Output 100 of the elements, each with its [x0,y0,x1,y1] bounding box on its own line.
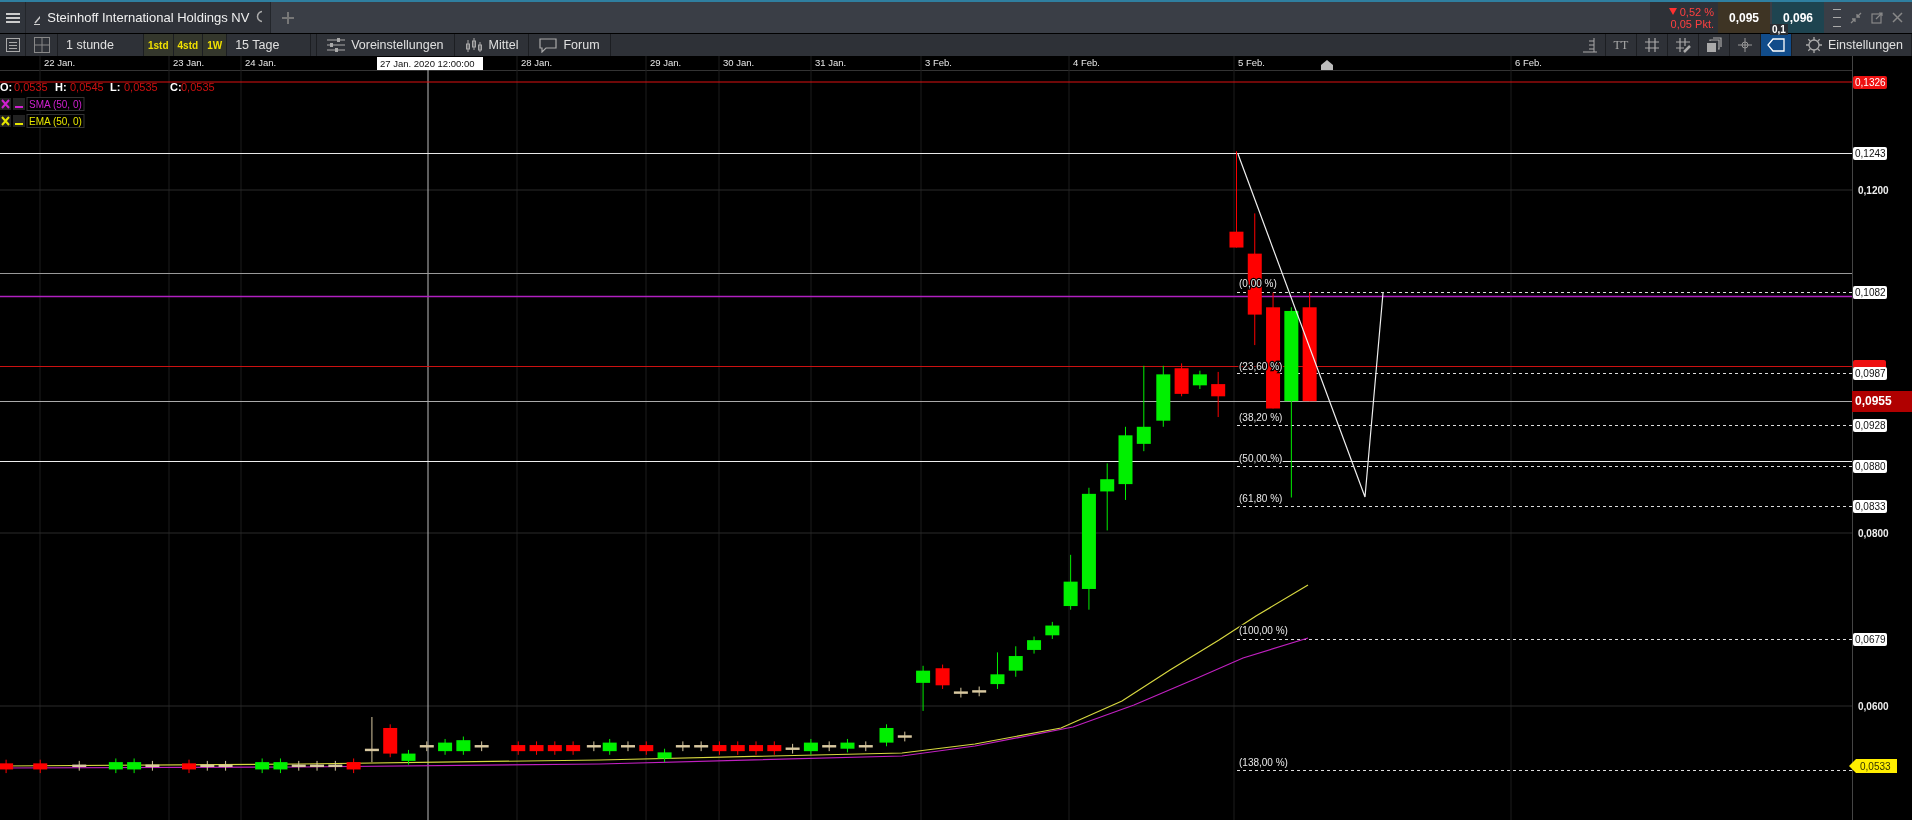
candle [822,740,837,752]
ohlc-label: L: [110,81,121,93]
change-percent: 0,52 % [1679,5,1714,18]
close-icon[interactable] [1892,12,1904,23]
price-axis-label: 0,0800 [1858,528,1889,539]
candle [1027,636,1042,655]
candle [785,743,800,755]
price-tag: 0,0955 [1852,391,1912,412]
candle [474,740,489,752]
candle [456,736,471,756]
crosshair-time-label: 27 Jan. 2020 12:00:00 [377,57,483,70]
plus-icon [282,11,294,24]
candle [529,740,544,756]
time-axis-label: 30 Jan. [723,57,755,68]
candle [767,740,782,756]
candle [182,759,196,774]
instrument-title: Steinhoff International Holdings NV [47,10,250,25]
fibonacci-label: (38,20 %) [1239,412,1283,423]
candle [1192,370,1207,390]
minimize-icon[interactable] [1849,11,1862,24]
indicator-label[interactable]: EMA (50, 0) [26,114,85,128]
spread-value: 0,1 [1770,24,1788,35]
ohlc-value: 0,0535 [124,81,158,93]
ohlc-label: C: [170,81,182,93]
indicator-label[interactable]: SMA (50, 0) [26,97,85,111]
interval-preset[interactable]: 1W [203,34,228,56]
candle [879,723,894,747]
candle [255,757,270,774]
candle [566,740,581,756]
candle [858,740,873,752]
marker-icon[interactable] [1321,60,1333,70]
candle [639,740,654,756]
time-axis-label: 4 Feb. [1073,57,1100,68]
layout-icon [33,37,50,53]
interval-preset[interactable]: 4std [173,34,204,56]
candle [803,738,818,756]
list-icon [5,38,20,52]
tag-icon [1766,38,1785,52]
candle [145,760,160,772]
candle [108,757,123,774]
candle [916,665,931,712]
sliders-icon [327,38,346,52]
grid-icon [1643,37,1660,53]
candle [218,760,233,772]
popout-icon[interactable] [1871,11,1884,24]
ohlc-label: H: [55,81,67,93]
ohlc-value: 0,0545 [70,81,104,93]
candle [72,760,87,772]
candle [291,760,306,772]
price-axis-label: 0,1200 [1858,185,1889,196]
time-axis-label: 22 Jan. [44,57,76,68]
candle [694,740,709,752]
time-axis-label: 6 Feb. [1515,57,1542,68]
time-axis-label: 29 Jan. [650,57,682,68]
candle [897,731,912,742]
ohlc-value: 0,0535 [181,81,215,93]
down-triangle-icon [1668,8,1677,15]
candle [1174,362,1189,397]
price-tag: 0,1243 [1853,147,1887,160]
candle [511,740,526,756]
fibonacci-label: (138,00 %) [1239,757,1288,768]
candle [33,759,48,774]
ohlc-label: O: [0,81,13,93]
menu-button[interactable] [0,2,26,33]
grid-magnet-icon [1674,37,1691,53]
settings-icon [1805,37,1822,53]
scale-icon [1582,37,1597,53]
interval-preset[interactable]: 1std [144,34,174,56]
price-tag: 0,0928 [1853,419,1887,432]
candle [1045,621,1060,640]
candle [401,749,416,766]
windows-icon [1705,37,1722,53]
candle [1156,365,1171,428]
price-tag: 0,0987 [1853,367,1887,380]
menu-icon [5,11,20,24]
price-chart[interactable] [0,56,1912,820]
ohlc-value: 0,0535 [14,81,48,93]
price-tag: 0,1326 [1853,76,1887,89]
time-axis-label: 23 Jan. [173,57,205,68]
candle [730,740,745,756]
candle [547,740,562,756]
candle [310,760,325,772]
candle [1063,554,1078,611]
time-axis-label: 31 Jan. [815,57,847,68]
line-style-icon[interactable] [13,115,25,127]
candle [935,664,950,690]
fibonacci-label: (100,00 %) [1239,625,1288,636]
price-axis-label: 0,0600 [1858,701,1889,712]
candle [383,723,398,758]
candle [712,740,727,756]
fibonacci-label: (61,80 %) [1239,493,1283,504]
candle [346,757,361,774]
candle [419,740,434,752]
candle [273,757,288,774]
instrument-tab[interactable]: Steinhoff International Holdings NV [26,2,271,33]
candle [127,757,142,774]
candle [972,686,987,697]
speech-bubble-icon [539,37,558,53]
candle [840,738,855,753]
bid-price[interactable]: 0,095 [1718,2,1770,33]
